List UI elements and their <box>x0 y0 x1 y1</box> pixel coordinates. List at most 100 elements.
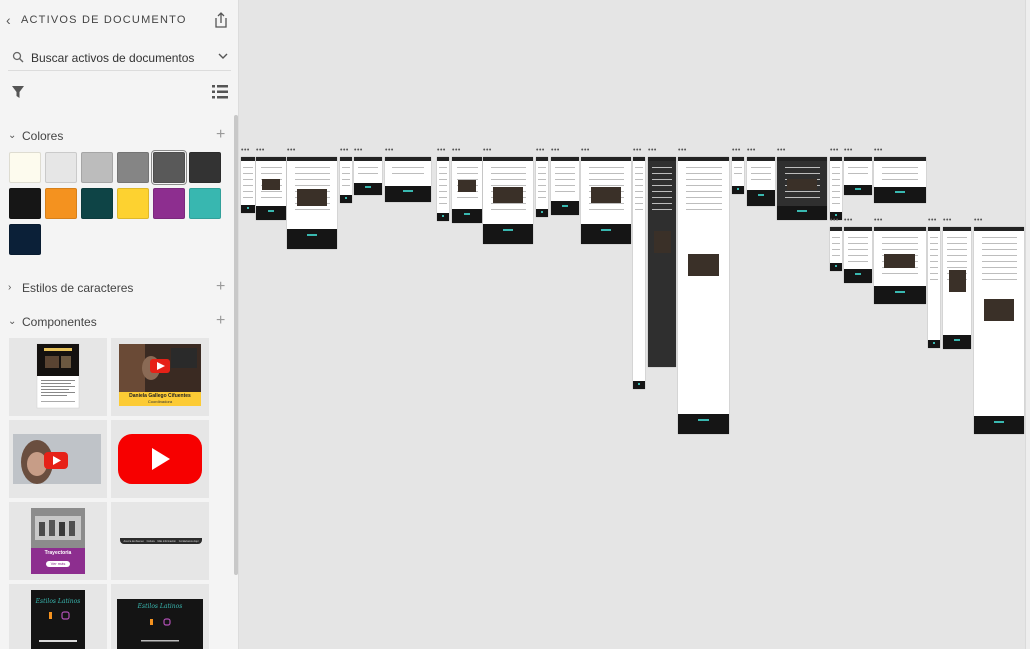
artboard-thumbnail[interactable] <box>928 227 940 348</box>
artboard-menu-icon[interactable]: ••• <box>830 147 839 154</box>
artboard-menu-icon[interactable]: ••• <box>581 147 590 154</box>
artboard-thumbnail[interactable] <box>452 157 482 223</box>
add-color-icon[interactable]: + <box>216 126 225 144</box>
artboard-menu-icon[interactable]: ••• <box>844 147 853 154</box>
artboard-thumbnail[interactable] <box>830 157 842 220</box>
artboard-thumbnail[interactable] <box>340 157 352 203</box>
color-swatch[interactable] <box>189 188 221 219</box>
component-video-thumbnail[interactable] <box>9 420 107 498</box>
artboard-menu-icon[interactable]: ••• <box>678 147 687 154</box>
component-youtube-button[interactable] <box>111 420 209 498</box>
artboard-menu-icon[interactable]: ••• <box>452 147 461 154</box>
artboard-thumbnail[interactable] <box>943 227 971 349</box>
color-swatch[interactable] <box>151 150 187 185</box>
character-styles-section-header[interactable]: › Estilos de caracteres + <box>0 278 238 299</box>
footer-logo-mark <box>855 272 861 275</box>
search-dropdown-chevron-icon[interactable] <box>217 50 229 62</box>
artboard-thumbnail[interactable] <box>678 157 729 434</box>
color-swatch[interactable] <box>45 188 77 219</box>
artboard-header <box>844 227 872 231</box>
search-input[interactable] <box>31 49 206 67</box>
color-swatch[interactable] <box>117 188 149 219</box>
artboard-thumbnail[interactable] <box>777 157 827 220</box>
artboard-menu-icon[interactable]: ••• <box>354 147 363 154</box>
artboard-thumbnail[interactable] <box>437 157 449 221</box>
artboard-text-line <box>832 185 840 186</box>
color-swatch[interactable] <box>81 152 113 183</box>
artboard-menu-icon[interactable]: ••• <box>340 147 349 154</box>
artboard-thumbnail[interactable] <box>633 157 645 389</box>
artboard-text-line <box>439 167 447 168</box>
component-video-card[interactable]: Daniela Gallego Cifuentes Coordinadora <box>111 338 209 416</box>
artboard-menu-icon[interactable]: ••• <box>633 147 642 154</box>
artboard-text-line <box>635 209 643 210</box>
artboard-menu-icon[interactable]: ••• <box>241 147 250 154</box>
artboard-menu-icon[interactable]: ••• <box>437 147 446 154</box>
artboard-menu-icon[interactable]: ••• <box>874 147 883 154</box>
artboard-menu-icon[interactable]: ••• <box>844 217 853 224</box>
add-component-icon[interactable]: + <box>216 312 225 330</box>
artboard-footer <box>747 190 775 206</box>
artboard-thumbnail[interactable] <box>732 157 744 194</box>
panel-scrollbar[interactable] <box>234 115 238 575</box>
filter-icon[interactable] <box>11 85 25 99</box>
artboard-menu-icon[interactable]: ••• <box>287 147 296 154</box>
artboard-thumbnail[interactable] <box>830 227 842 271</box>
colors-section-header[interactable]: ⌄ Colores + <box>0 126 238 147</box>
color-swatch[interactable] <box>9 224 41 255</box>
artboard-menu-icon[interactable]: ••• <box>648 147 657 154</box>
color-swatch[interactable] <box>81 188 113 219</box>
color-swatch[interactable] <box>189 152 221 183</box>
list-view-icon[interactable] <box>212 85 228 99</box>
artboard-canvas[interactable]: ••• ••• ••• ••• ••• ••• ••• ••• ••• ••• ••• ••• ••• •… <box>240 0 1030 649</box>
artboard-menu-icon[interactable]: ••• <box>256 147 265 154</box>
component-poster[interactable] <box>9 338 107 416</box>
artboard-thumbnail[interactable] <box>256 157 286 220</box>
color-swatch[interactable] <box>45 152 77 183</box>
artboard-text-line <box>930 279 938 280</box>
artboard-menu-icon[interactable]: ••• <box>830 217 839 224</box>
share-icon[interactable] <box>213 11 229 29</box>
artboard-menu-icon[interactable]: ••• <box>747 147 756 154</box>
artboard-thumbnail[interactable] <box>974 227 1024 434</box>
artboard-menu-icon[interactable]: ••• <box>974 217 983 224</box>
artboard-thumbnail[interactable] <box>241 157 255 213</box>
artboard-thumbnail[interactable] <box>581 157 631 244</box>
back-chevron-icon[interactable]: ‹ <box>6 12 20 28</box>
color-swatch[interactable] <box>117 152 149 183</box>
artboard-thumbnail[interactable] <box>874 157 926 203</box>
artboard-thumbnail[interactable] <box>844 227 872 283</box>
artboard-thumbnail[interactable] <box>536 157 548 217</box>
artboard-menu-icon[interactable]: ••• <box>385 147 394 154</box>
artboard-text-line <box>848 255 868 256</box>
artboard-menu-icon[interactable]: ••• <box>551 147 560 154</box>
color-swatch[interactable] <box>9 188 41 219</box>
artboard-menu-icon[interactable]: ••• <box>732 147 741 154</box>
artboard-menu-icon[interactable]: ••• <box>536 147 545 154</box>
artboard-thumbnail[interactable] <box>483 157 533 244</box>
artboard-thumbnail[interactable] <box>385 157 431 202</box>
component-nav-bar[interactable]: Acerca del Ateneo Cultura Más informació… <box>111 502 209 580</box>
artboard-thumbnail[interactable] <box>287 157 337 249</box>
artboard-thumbnail[interactable] <box>874 227 926 304</box>
artboard-text-line <box>358 173 378 174</box>
components-section-header[interactable]: ⌄ Componentes + <box>0 312 238 333</box>
artboard-thumbnail[interactable] <box>648 157 676 367</box>
component-history-card[interactable]: Trayectoria Ver más <box>9 502 107 580</box>
artboard-thumbnail[interactable] <box>844 157 872 195</box>
artboard-footer <box>732 186 744 194</box>
component-footer-wide[interactable]: Estilos Latinos <box>111 584 209 649</box>
add-character-style-icon[interactable]: + <box>216 278 225 296</box>
artboard-thumbnail[interactable] <box>551 157 579 215</box>
artboard-menu-icon[interactable]: ••• <box>943 217 952 224</box>
artboard-thumbnail[interactable] <box>354 157 382 195</box>
component-footer-tall[interactable]: Estilos Latinos <box>9 584 107 649</box>
artboard-thumbnail[interactable] <box>747 157 775 206</box>
artboard-menu-icon[interactable]: ••• <box>874 217 883 224</box>
artboard-menu-icon[interactable]: ••• <box>777 147 786 154</box>
color-swatch[interactable] <box>153 188 185 219</box>
color-swatch[interactable] <box>9 152 41 183</box>
artboard-menu-icon[interactable]: ••• <box>928 217 937 224</box>
artboard-menu-icon[interactable]: ••• <box>483 147 492 154</box>
artboard-text-line <box>982 261 1017 262</box>
